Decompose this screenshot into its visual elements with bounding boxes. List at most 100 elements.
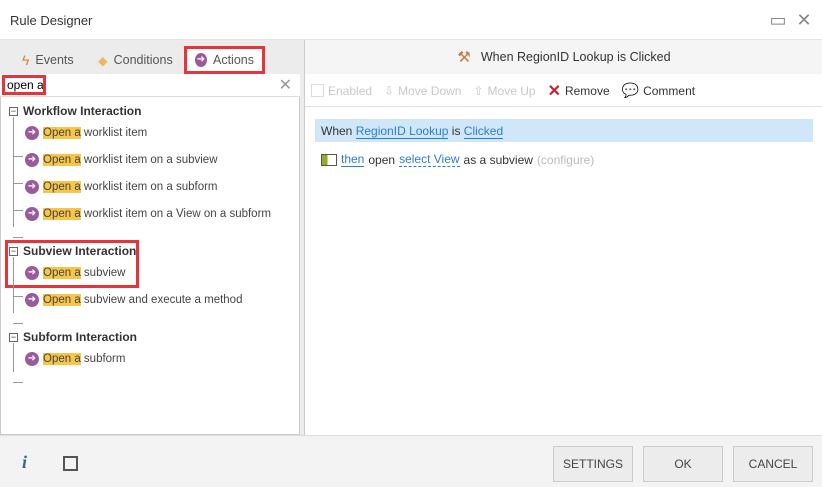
clear-search-icon[interactable]: ✕ <box>279 75 292 95</box>
rule-title: When RegionID Lookup is Clicked <box>480 50 671 64</box>
arrow-circle-icon: ➜ <box>195 53 207 67</box>
enabled-checkbox[interactable]: Enabled <box>311 84 372 98</box>
label: Remove <box>564 83 610 98</box>
tab-label: Events <box>35 53 74 67</box>
match-highlight: Open a <box>43 208 81 220</box>
item-label: worklist item <box>80 127 148 139</box>
tab-actions[interactable]: ➜ Actions <box>184 46 265 74</box>
list-item[interactable]: ➜ Open a worklist item on a View on a sub… <box>25 207 271 221</box>
arrow-circle-icon: ➜ <box>25 180 39 194</box>
tab-conditions[interactable]: ◆ Conditions <box>90 46 181 74</box>
item-label: worklist item on a View on a subform <box>80 208 271 220</box>
arrow-circle-icon: ➜ <box>25 266 39 280</box>
group-label: Subview Interaction <box>23 244 137 258</box>
tree-branch <box>13 183 23 184</box>
search-row: ✕ <box>0 74 300 97</box>
tree-line <box>13 343 14 372</box>
group-label: Subform Interaction <box>23 330 138 344</box>
list-item[interactable]: ➜ Open a worklist item on a subview <box>25 153 218 167</box>
move-up-button[interactable]: ⇧ Move Up <box>473 84 535 98</box>
label: Move Up <box>487 83 536 98</box>
x-icon: ✕ <box>547 82 561 100</box>
rule-header: ⚒ When RegionID Lookup is Clicked <box>305 40 822 74</box>
group-header[interactable]: − Subview Interaction <box>9 244 136 258</box>
tree-branch <box>13 156 23 157</box>
collapse-icon[interactable]: − <box>9 246 18 256</box>
tree-branch <box>13 323 23 324</box>
move-down-button[interactable]: ⇩ Move Down <box>384 84 461 98</box>
panel-toggle-icon[interactable] <box>63 456 78 471</box>
close-icon[interactable]: ✕ <box>794 10 814 30</box>
control-link[interactable]: RegionID Lookup <box>355 124 449 139</box>
tree-branch <box>13 382 23 383</box>
search-input[interactable] <box>2 75 46 95</box>
list-item[interactable]: ➜ Open a subview and execute a method <box>25 293 242 307</box>
match-highlight: Open a <box>43 294 81 306</box>
arrow-circle-icon: ➜ <box>25 352 39 366</box>
when-condition: When RegionID Lookup is Clicked <box>315 119 813 142</box>
list-item[interactable]: ➜ Open a worklist item <box>25 126 147 140</box>
label: Enabled <box>328 83 373 98</box>
collapse-icon[interactable]: − <box>9 332 18 342</box>
arrow-circle-icon: ➜ <box>25 207 39 221</box>
label: Comment <box>643 83 696 98</box>
footer: i SETTINGS OK CANCEL <box>0 435 822 487</box>
tree-branch <box>13 237 23 238</box>
arrow-circle-icon: ➜ <box>25 293 39 307</box>
item-label: subview and execute a method <box>80 294 243 306</box>
list-item[interactable]: ➜ Open a subview <box>25 266 125 280</box>
text: is <box>451 124 461 138</box>
rule-panel: ⚒ When RegionID Lookup is Clicked Enabled… <box>304 40 822 435</box>
collapse-icon[interactable]: − <box>9 106 18 116</box>
gavel-icon: ⚒ <box>457 49 471 66</box>
text: When <box>321 124 353 138</box>
move-up-icon: ⇧ <box>473 83 484 98</box>
cancel-button[interactable]: CANCEL <box>733 446 813 482</box>
tab-label: Actions <box>213 53 254 67</box>
label: Move Down <box>398 83 462 98</box>
diamond-icon: ◆ <box>98 53 108 68</box>
then-action: then open select View as a subview (conf… <box>321 152 594 167</box>
configure-link[interactable]: (configure) <box>537 153 594 167</box>
remove-button[interactable]: ✕ Remove <box>548 81 610 101</box>
comment-icon: 💬 <box>621 82 640 98</box>
event-link[interactable]: Clicked <box>463 124 504 139</box>
group-label: Workflow Interaction <box>23 104 142 118</box>
window-title: Rule Designer <box>10 13 93 28</box>
lightning-icon: ϟ <box>22 52 30 68</box>
match-highlight: Open a <box>43 181 81 193</box>
rule-toolbar: Enabled ⇩ Move Down ⇧ Move Up ✕ Remove 💬 Com… <box>305 75 822 107</box>
select-view-link[interactable]: select View <box>399 152 460 167</box>
item-label: subform <box>80 353 126 365</box>
match-highlight: Open a <box>43 127 81 139</box>
tree-line <box>13 257 14 313</box>
tree-branch <box>13 210 23 211</box>
info-icon[interactable]: i <box>22 452 27 473</box>
arrow-circle-icon: ➜ <box>25 126 39 140</box>
tree-branch <box>13 296 23 297</box>
action-tree: − Workflow Interaction ➜ Open a worklist it… <box>0 97 300 435</box>
settings-button[interactable]: SETTINGS <box>553 446 633 482</box>
then-link[interactable]: then <box>341 152 365 167</box>
text: as a subview <box>463 152 533 167</box>
item-label: subview <box>80 267 126 279</box>
group-header[interactable]: − Subform Interaction <box>9 330 137 344</box>
move-down-icon: ⇩ <box>384 83 395 98</box>
left-panel: ϟEvents ◆Conditions ➜Actions ✕ −Workflow… <box>0 40 300 435</box>
text: open <box>368 152 396 167</box>
match-highlight: Open a <box>43 154 81 166</box>
tab-events[interactable]: ϟ Events <box>14 46 82 74</box>
maximize-icon[interactable]: ▭ <box>768 10 788 30</box>
checkbox-icon <box>311 84 324 97</box>
title-bar: Rule Designer ▭ ✕ <box>0 0 822 40</box>
ok-button[interactable]: OK <box>643 446 723 482</box>
item-label: worklist item on a subview <box>80 154 218 166</box>
group-header[interactable]: − Workflow Interaction <box>9 104 141 118</box>
action-icon <box>321 153 337 166</box>
list-item[interactable]: ➜ Open a worklist item on a subform <box>25 180 218 194</box>
comment-button[interactable]: 💬 Comment <box>622 82 695 99</box>
tab-label: Conditions <box>113 53 173 67</box>
list-item[interactable]: ➜ Open a subform <box>25 352 125 366</box>
arrow-circle-icon: ➜ <box>25 153 39 167</box>
item-label: worklist item on a subform <box>80 181 218 193</box>
